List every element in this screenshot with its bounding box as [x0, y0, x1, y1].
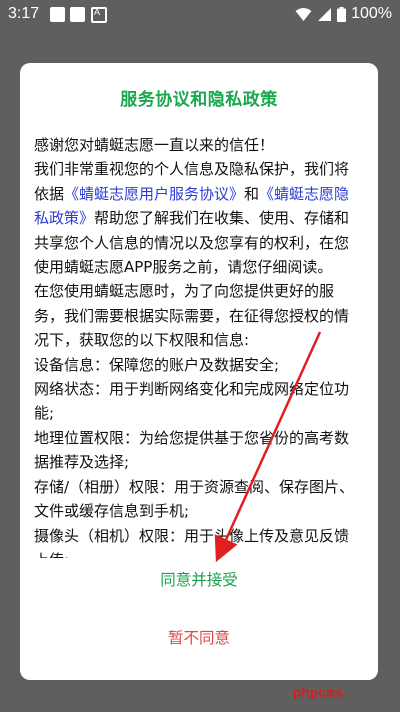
privacy-dialog: 服务协议和隐私政策 感谢您对蜻蜓志愿一直以来的信任！ 我们非常重视您的个人信息及…: [20, 63, 378, 680]
intro-line: 感谢您对蜻蜓志愿一直以来的信任！: [34, 136, 275, 154]
user-agreement-link[interactable]: 《蜻蜓志愿用户服务协议》: [64, 185, 244, 203]
watermark: phpcms: [293, 686, 344, 702]
status-bar: 3:17 A 100%: [0, 0, 400, 30]
permission-network: 网络状态：用于判断网络变化和完成网络定位功能;: [34, 380, 350, 423]
permission-camera: 摄像头（相机）权限：用于头像上传及意见反馈上传;: [34, 526, 350, 559]
permission-device: 设备信息：保障您的账户及数据安全;: [34, 355, 280, 374]
dialog-title: 服务协议和隐私政策: [120, 90, 278, 110]
permission-storage: 存储/（相册）权限：用于资源查阅、保存图片、文件或缓存信息到手机;: [34, 477, 355, 521]
dialog-content[interactable]: 感谢您对蜻蜓志愿一直以来的信任！ 我们非常重视您的个人信息及隐私保护，我们将依据…: [34, 133, 360, 558]
status-right-group: 100%: [295, 5, 392, 23]
disagree-button[interactable]: 暂不同意: [20, 626, 378, 648]
notification-square-icon: [50, 7, 65, 22]
agree-button[interactable]: 同意并接受: [20, 568, 378, 590]
status-time: 3:17: [8, 5, 40, 22]
permission-location: 地理位置权限：为给您提供基于您省份的高考数据推荐及选择;: [34, 428, 350, 472]
para1-and: 和: [244, 184, 260, 203]
battery-percent: 100%: [351, 5, 392, 22]
battery-icon: [337, 6, 347, 22]
agreement-paragraph: 我们非常重视您的个人信息及隐私保护，我们将依据《蜻蜓志愿用户服务协议》和《蜻蜓志…: [34, 157, 360, 279]
cell-signal-icon: [318, 7, 332, 21]
notification-square-icon: [70, 7, 85, 22]
wifi-icon: [295, 7, 312, 21]
text-box-a-icon: A: [91, 7, 107, 23]
permission-intro-paragraph: 在您使用蜻蜓志愿时，为了向您提供更好的服务，我们需要根据实际需要，在征得您授权的…: [34, 282, 350, 350]
